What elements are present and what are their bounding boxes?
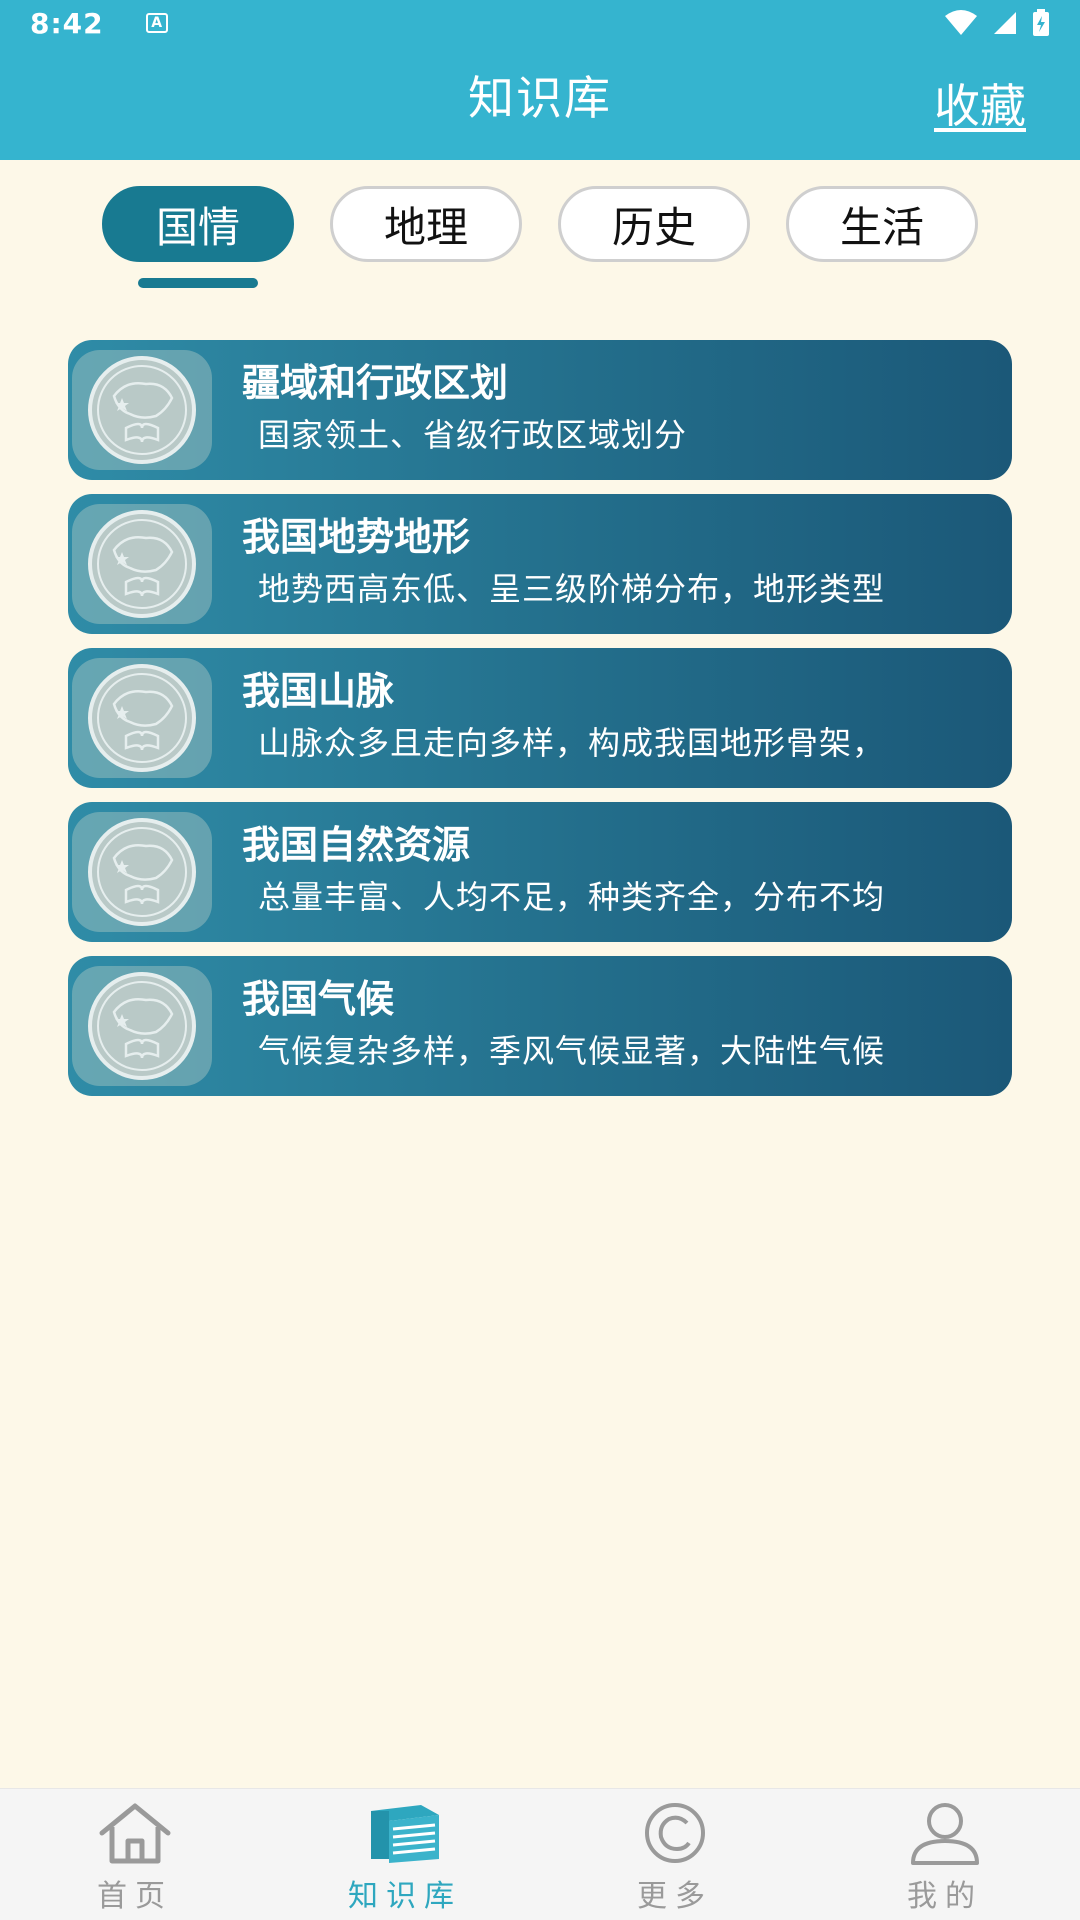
tab-shenghuo[interactable]: 生活: [786, 186, 978, 262]
nav-home[interactable]: 首页: [0, 1789, 270, 1920]
nav-label: 首页: [97, 1879, 173, 1914]
bottom-nav: 首页 知识库 更多 我的: [0, 1788, 1080, 1920]
nav-knowledge[interactable]: 知识库: [270, 1789, 540, 1920]
list-item[interactable]: 我国气候 气候复杂多样，季风气候显著，大陆性气候: [68, 956, 1012, 1096]
card-description: 地势西高东低、呈三级阶梯分布，地形类型: [258, 570, 886, 608]
map-book-icon: [72, 966, 212, 1086]
nav-profile[interactable]: 我的: [810, 1789, 1080, 1920]
card-title: 我国气候: [242, 977, 395, 1021]
card-description: 国家领土、省级行政区域划分: [258, 416, 688, 454]
map-book-icon: [72, 504, 212, 624]
tab-lishi[interactable]: 历史: [558, 186, 750, 262]
category-tabs: 国情 地理 历史 生活: [0, 186, 1080, 296]
favorites-button[interactable]: 收藏: [934, 70, 1026, 136]
nav-label: 我的: [907, 1879, 983, 1914]
list-item[interactable]: 疆域和行政区划 国家领土、省级行政区域划分: [68, 340, 1012, 480]
card-description: 总量丰富、人均不足，种类齐全，分布不均: [258, 878, 886, 916]
app-root: 8:42 A 知识库 收藏 国情 地理 历史 生活 疆域和行政区划 国家领土、省…: [0, 0, 1080, 1920]
list-item[interactable]: 我国自然资源 总量丰富、人均不足，种类齐全，分布不均: [68, 802, 1012, 942]
nav-label: 更多: [637, 1879, 713, 1914]
list-item[interactable]: 我国地势地形 地势西高东低、呈三级阶梯分布，地形类型: [68, 494, 1012, 634]
copyright-icon: [645, 1803, 705, 1863]
signal-icon: [994, 12, 1016, 34]
battery-icon: [1033, 9, 1049, 36]
card-title: 我国自然资源: [242, 823, 471, 867]
home-icon: [99, 1803, 171, 1864]
status-bar: 8:42 A: [0, 0, 1080, 46]
app-header: 8:42 A 知识库 收藏: [0, 0, 1080, 160]
page-title: 知识库: [468, 71, 612, 125]
card-title: 疆域和行政区划: [242, 361, 509, 405]
map-book-icon: [72, 658, 212, 778]
card-description: 气候复杂多样，季风气候显著，大陆性气候: [258, 1032, 886, 1070]
map-book-icon: [72, 350, 212, 470]
books-icon: [371, 1805, 439, 1863]
wifi-icon: [945, 10, 977, 35]
tab-indicator: [138, 278, 258, 288]
tab-guoqing[interactable]: 国情: [102, 186, 294, 262]
map-book-icon: [72, 812, 212, 932]
card-title: 我国山脉: [242, 669, 395, 713]
status-time: 8:42: [30, 6, 104, 40]
nav-more[interactable]: 更多: [540, 1789, 810, 1920]
status-icons: [944, 9, 1050, 37]
user-icon: [911, 1803, 979, 1865]
list-item[interactable]: 我国山脉 山脉众多且走向多样，构成我国地形骨架，: [68, 648, 1012, 788]
nav-label: 知识库: [348, 1879, 462, 1914]
card-description: 山脉众多且走向多样，构成我国地形骨架，: [258, 724, 886, 762]
tab-dili[interactable]: 地理: [330, 186, 522, 262]
card-title: 我国地势地形: [242, 515, 471, 559]
knowledge-list: 疆域和行政区划 国家领土、省级行政区域划分 我国地势地形 地势西高东低、呈三级阶…: [68, 340, 1012, 1110]
notification-icon: A: [145, 13, 168, 33]
